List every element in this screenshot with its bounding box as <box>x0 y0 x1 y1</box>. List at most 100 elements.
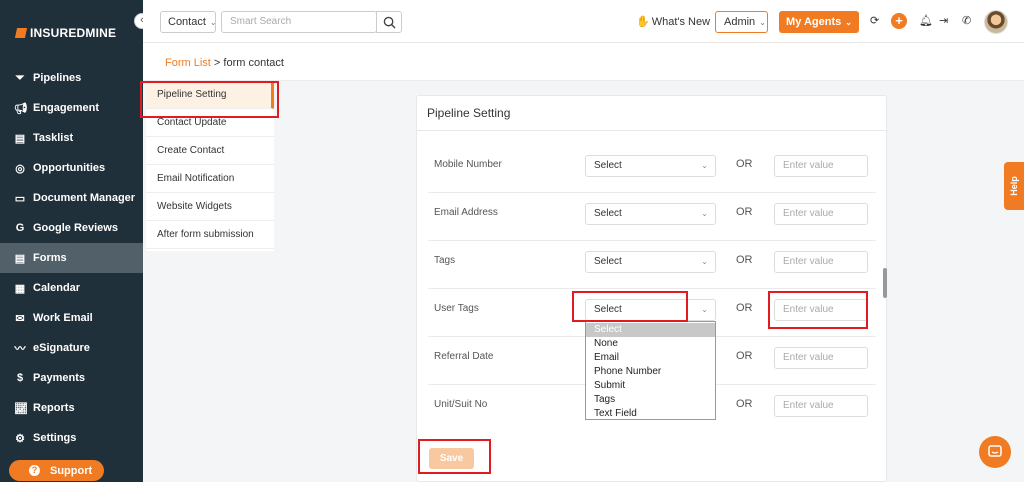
scrollbar[interactable] <box>883 268 887 298</box>
add-icon[interactable]: + <box>891 13 907 29</box>
search-input[interactable]: Smart Search <box>221 11 377 33</box>
sidebar-item-settings[interactable]: ⚙ Settings <box>0 423 143 453</box>
field-select[interactable]: Select ⌄ <box>585 203 716 225</box>
sidebar-item-label: eSignature <box>33 342 90 354</box>
hand-icon: ✋ <box>636 16 650 28</box>
clipboard-icon: ▤ <box>14 132 26 145</box>
help-tab[interactable]: Help <box>1004 162 1024 210</box>
value-input[interactable]: Enter value <box>774 203 868 225</box>
chevron-down-icon: ⌄ <box>209 17 217 27</box>
sidebar-item-label: Document Manager <box>33 192 136 204</box>
divider <box>417 130 888 131</box>
highlight-box <box>572 291 688 322</box>
sidebar-item-document-manager[interactable]: ▭ Document Manager <box>0 183 143 213</box>
sidebar-item-reports[interactable]: 📈︎ Reports <box>0 393 143 423</box>
logo[interactable]: INSUREDMINE <box>14 26 116 40</box>
tab-website-widgets[interactable]: Website Widgets <box>146 193 274 221</box>
refresh-icon[interactable]: ⟳ <box>870 14 879 27</box>
field-label: User Tags <box>434 303 479 314</box>
logout-icon[interactable]: ⇥ <box>939 14 948 27</box>
or-label: OR <box>736 158 753 170</box>
breadcrumb: Form List > form contact <box>165 57 284 69</box>
tab-email-notification[interactable]: Email Notification <box>146 165 274 193</box>
or-label: OR <box>736 398 753 410</box>
sidebar-item-label: Engagement <box>33 102 100 114</box>
search-icon <box>383 16 396 29</box>
avatar[interactable] <box>984 10 1008 34</box>
sidebar-item-pipelines[interactable]: ⏷ Pipelines <box>0 63 143 93</box>
sidebar-item-label: Opportunities <box>33 162 106 174</box>
sidebar-item-label: Tasklist <box>33 132 74 144</box>
search-button[interactable] <box>376 11 402 33</box>
phone-icon[interactable]: ✆ <box>962 14 971 27</box>
sidebar-item-label: Calendar <box>33 282 81 294</box>
field-label: Tags <box>434 255 456 266</box>
or-label: OR <box>736 302 753 314</box>
breadcrumb-bar: Form List > form contact <box>143 43 1024 81</box>
value-input[interactable]: Enter value <box>774 395 868 417</box>
select-value: Select <box>594 160 622 171</box>
highlight-box <box>768 291 868 329</box>
gear-icon: ⚙ <box>15 432 25 445</box>
sidebar-item-label: Google Reviews <box>33 222 118 234</box>
search-scope-value: Contact <box>168 16 206 28</box>
chevron-down-icon: ⌄ <box>701 257 708 266</box>
tab-after-form-submission[interactable]: After form submission <box>146 221 274 249</box>
pipeline-setting-card: Pipeline Setting Mobile Number Select ⌄ OR E… <box>416 95 888 482</box>
dropdown-option[interactable]: Email <box>586 351 715 365</box>
tab-create-contact[interactable]: Create Contact <box>146 137 274 165</box>
dollar-icon: $ <box>16 372 24 384</box>
sidebar-item-label: Payments <box>33 372 85 384</box>
role-select[interactable]: Admin ⌄ <box>715 11 768 33</box>
dropdown-option[interactable]: Submit <box>586 379 715 393</box>
sidebar-item-label: Pipelines <box>33 72 82 84</box>
role-value: Admin <box>724 16 756 28</box>
value-input[interactable]: Enter value <box>774 155 868 177</box>
field-select[interactable]: Select ⌄ <box>585 155 716 177</box>
row-divider <box>428 240 876 241</box>
field-label: Referral Date <box>434 351 494 362</box>
sidebar-item-payments[interactable]: $ Payments <box>0 363 143 393</box>
search-scope-select[interactable]: Contact ⌄ <box>160 11 217 33</box>
or-label: OR <box>736 254 753 266</box>
chat-button[interactable] <box>979 436 1011 468</box>
question-icon: ? <box>29 465 40 476</box>
user-tags-dropdown[interactable]: Select None Email Phone Number Submit Tags Tex… <box>585 321 716 420</box>
dropdown-option[interactable]: None <box>586 337 715 351</box>
support-button[interactable]: ? Support <box>9 460 104 481</box>
support-label: Support <box>50 464 93 477</box>
sidebar-item-tasklist[interactable]: ▤ Tasklist <box>0 123 143 153</box>
select-value: Select <box>594 256 622 267</box>
sidebar-item-engagement[interactable]: 📢︎ Engagement <box>0 93 143 123</box>
sidebar-item-work-email[interactable]: ✉ Work Email <box>0 303 143 333</box>
or-label: OR <box>736 350 753 362</box>
dropdown-option[interactable]: Tags <box>586 393 715 407</box>
whats-new-label: What's New <box>651 15 711 28</box>
breadcrumb-separator: > <box>213 57 221 69</box>
field-label: Mobile Number <box>434 159 502 170</box>
logo-mark-icon <box>14 28 28 38</box>
dropdown-option[interactable]: Select <box>586 323 715 337</box>
bell-icon[interactable]: 🔔︎ <box>919 14 933 27</box>
value-input[interactable]: Enter value <box>774 251 868 273</box>
breadcrumb-form-list[interactable]: Form List <box>165 57 211 69</box>
whats-new-link[interactable]: ✋ What's New <box>636 15 711 29</box>
value-input[interactable]: Enter value <box>774 347 868 369</box>
field-label: Email Address <box>434 207 498 218</box>
sidebar-item-label: Settings <box>33 432 77 444</box>
sidebar-item-calendar[interactable]: ▦ Calendar <box>0 273 143 303</box>
row-divider <box>428 288 876 289</box>
mail-icon: ✉ <box>15 312 25 325</box>
field-select[interactable]: Select ⌄ <box>585 251 716 273</box>
highlight-box <box>418 439 491 474</box>
dropdown-option[interactable]: Text Field <box>586 407 715 421</box>
sidebar-item-forms[interactable]: ▤ Forms <box>0 243 143 273</box>
sidebar-item-google-reviews[interactable]: G Google Reviews <box>0 213 143 243</box>
sidebar-item-opportunities[interactable]: ◎ Opportunities <box>0 153 143 183</box>
sidebar-item-esignature[interactable]: 〰 eSignature <box>0 333 143 363</box>
my-agents-button[interactable]: My Agents ⌄ <box>779 11 859 33</box>
sidebar: INSUREDMINE ⏷ Pipelines 📢︎ Engagement ▤ Taskl… <box>0 0 143 482</box>
chevron-down-icon: ⌄ <box>701 305 708 314</box>
google-icon: G <box>15 222 25 234</box>
dropdown-option[interactable]: Phone Number <box>586 365 715 379</box>
